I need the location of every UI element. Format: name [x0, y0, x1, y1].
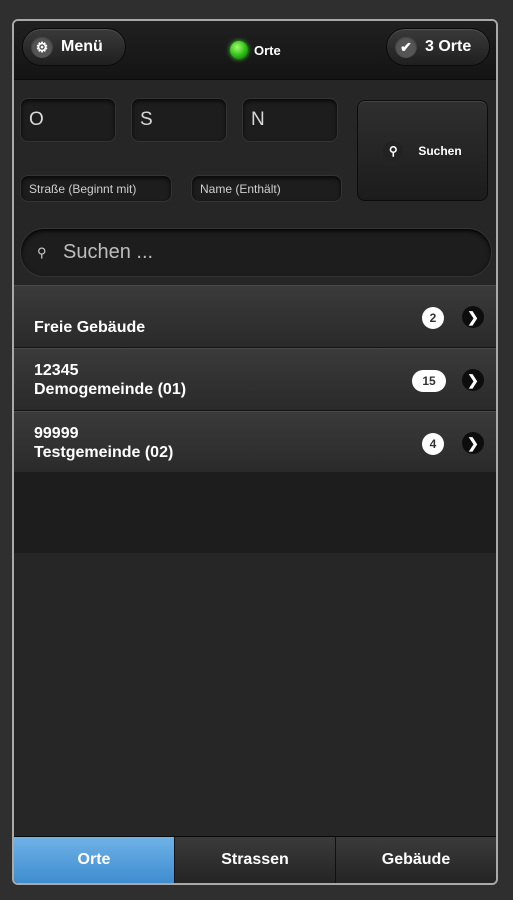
list-item-code: 99999 — [34, 425, 79, 442]
header-bar: ⚙ Menü Orte ✔ 3 Orte — [14, 21, 496, 80]
list-item[interactable]: 99999 Testgemeinde (02) 4 ❯ — [14, 411, 496, 474]
list-item[interactable]: Freie Gebäude 2 ❯ — [14, 285, 496, 348]
status-label: Orte — [254, 42, 281, 58]
list-item-text: Freie Gebäude — [34, 318, 145, 337]
checkmark-icon: ✔ — [395, 36, 417, 58]
chevron-right-icon: ❯ — [462, 369, 484, 391]
tab-bar: Orte Strassen Gebäude — [14, 836, 496, 883]
street-placeholder: Straße (Beginnt mit) — [29, 182, 137, 196]
app-frame: ⚙ Menü Orte ✔ 3 Orte O S N Straße (Begin… — [12, 19, 498, 885]
list-item-code: 12345 — [34, 362, 79, 379]
count-badge: 4 — [422, 433, 444, 455]
tab-orte[interactable]: Orte — [14, 837, 174, 883]
menu-label: Menü — [61, 38, 103, 55]
chevron-right-icon: ❯ — [462, 432, 484, 454]
tab-strassen[interactable]: Strassen — [174, 837, 335, 883]
list-item-title: Demogemeinde (01) — [34, 381, 187, 398]
tab-gebaeude[interactable]: Gebäude — [335, 837, 496, 883]
status-led-icon — [230, 41, 248, 59]
n-placeholder: N — [251, 109, 265, 130]
n-field[interactable]: N — [242, 98, 338, 142]
o-field[interactable]: O — [20, 98, 116, 142]
place-list: Freie Gebäude 2 ❯ 12345 Demogemeinde (01… — [14, 285, 496, 474]
count-badge: 2 — [422, 307, 444, 329]
list-footer-area — [14, 472, 496, 553]
list-item-title: Freie Gebäude — [34, 319, 146, 336]
search-button[interactable]: ⚲ Suchen — [357, 100, 488, 201]
o-placeholder: O — [29, 109, 44, 130]
list-item-title: Testgemeinde (02) — [34, 444, 174, 461]
list-item-text: 99999 Testgemeinde (02) — [34, 424, 173, 462]
search-input[interactable]: ⚲ Suchen ... — [20, 228, 492, 277]
search-icon: ⚲ — [383, 140, 404, 161]
name-field[interactable]: Name (Enthält) — [191, 175, 342, 202]
gear-icon: ⚙ — [31, 36, 53, 58]
search-icon: ⚲ — [37, 244, 47, 260]
list-item[interactable]: 12345 Demogemeinde (01) 15 ❯ — [14, 348, 496, 411]
search-placeholder: Suchen ... — [63, 241, 154, 263]
name-placeholder: Name (Enthält) — [200, 182, 281, 196]
status-indicator: Orte — [230, 41, 281, 59]
list-item-text: 12345 Demogemeinde (01) — [34, 361, 186, 399]
menu-button[interactable]: ⚙ Menü — [22, 28, 126, 66]
count-label: 3 Orte — [425, 38, 472, 55]
count-badge: 15 — [412, 370, 446, 392]
s-field[interactable]: S — [131, 98, 227, 142]
street-field[interactable]: Straße (Beginnt mit) — [20, 175, 172, 202]
chevron-right-icon: ❯ — [462, 306, 484, 328]
s-placeholder: S — [140, 109, 153, 130]
count-button[interactable]: ✔ 3 Orte — [386, 28, 490, 66]
search-button-label: Suchen — [418, 143, 462, 158]
